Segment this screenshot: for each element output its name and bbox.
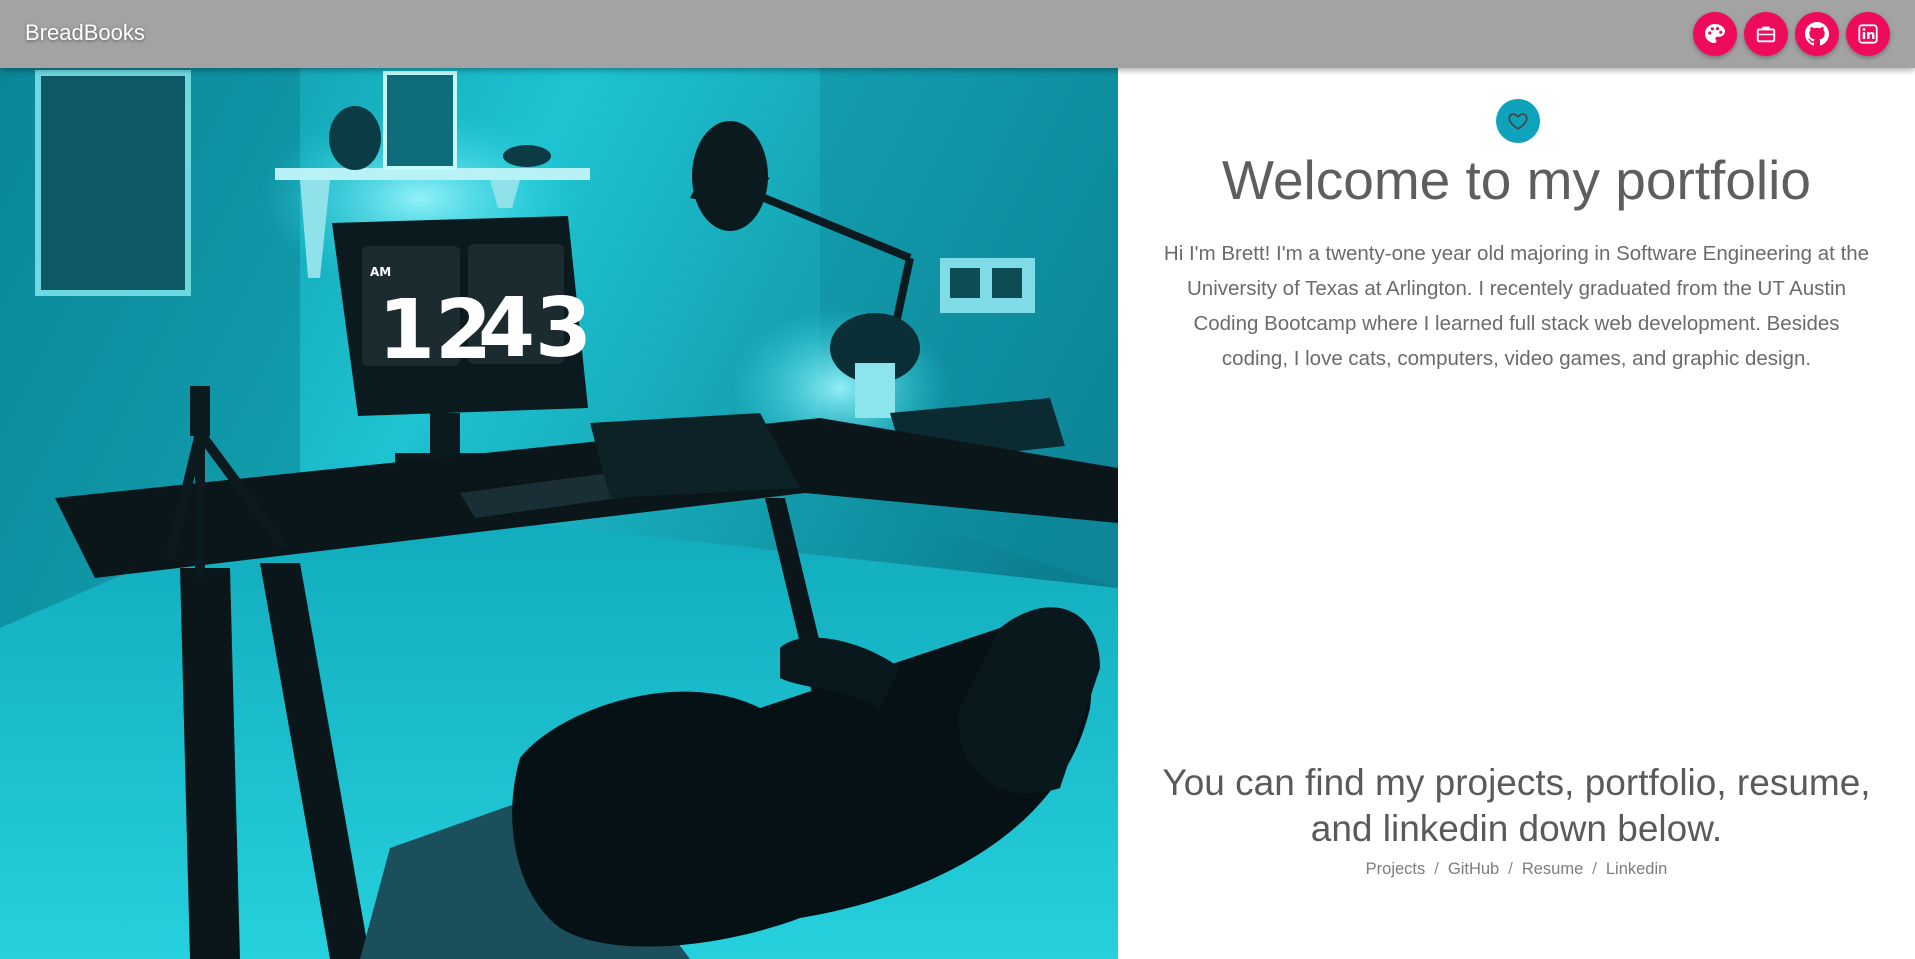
linkedin-link[interactable]: Linkedin [1606,860,1667,878]
projects-link[interactable]: Projects [1366,860,1426,878]
palette-button[interactable] [1693,12,1737,56]
separator: / [1434,860,1439,878]
heart-badge [1496,99,1540,143]
brand-logo[interactable]: BreadBooks [25,20,145,46]
intro-paragraph: Hi I'm Brett! I'm a twenty-one year old … [1163,242,1870,370]
briefcase-icon [1756,26,1776,43]
github-icon [1805,22,1829,46]
separator: / [1508,860,1513,878]
linkedin-button[interactable] [1846,12,1890,56]
desk-setup-illustration: AM 12 43 [0,68,1118,959]
nav-buttons [1693,12,1890,56]
navbar: BreadBooks [0,0,1915,68]
main-content: Welcome to my portfolio Hi I'm Brett! I'… [1118,68,1915,959]
breadcrumb-links: Projects / GitHub / Resume / Linkedin [1118,860,1915,879]
separator: / [1592,860,1597,878]
clock-hour: 12 [378,283,492,378]
page-title: Welcome to my portfolio [1222,149,1811,211]
links-heading: You can find my projects, portfolio, res… [1162,762,1871,849]
clock-minute: 43 [478,281,592,376]
palette-icon [1705,24,1725,43]
heart-icon [1508,113,1528,130]
github-link[interactable]: GitHub [1448,860,1499,878]
linkedin-icon [1858,24,1878,44]
hero-photo: AM 12 43 [0,68,1118,959]
github-button[interactable] [1795,12,1839,56]
clock-period: AM [370,265,391,279]
briefcase-button[interactable] [1744,12,1788,56]
resume-link[interactable]: Resume [1522,860,1583,878]
